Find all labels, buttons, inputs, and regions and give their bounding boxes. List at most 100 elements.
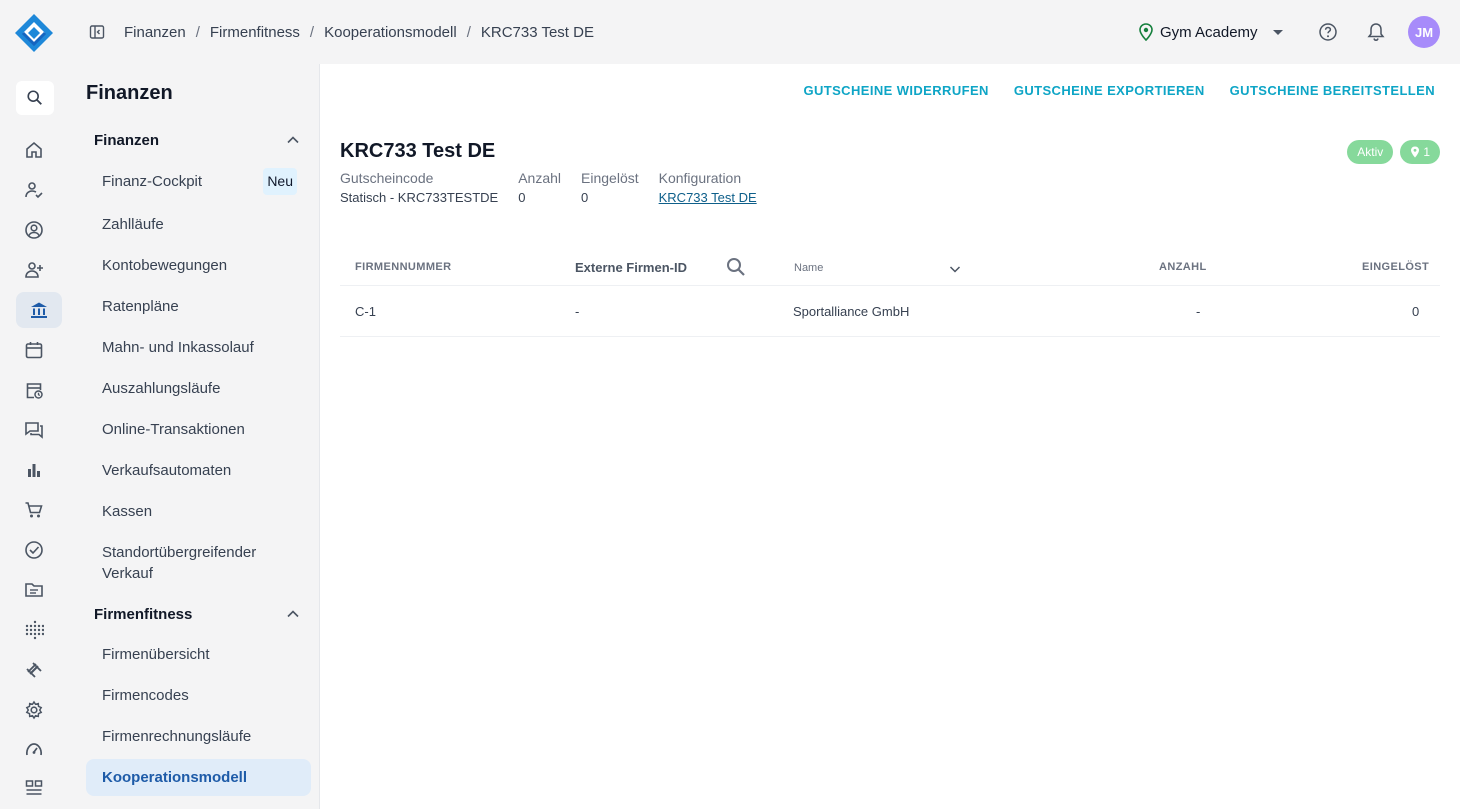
nav-firmenuebersicht[interactable]: Firmenübersicht: [102, 644, 311, 665]
col-externe-firmen-id: Externe Firmen-ID: [575, 260, 687, 275]
breadcrumb: Finanzen / Firmenfitness / Kooperationsm…: [124, 23, 594, 41]
group-firmenfitness-toggle[interactable]: Firmenfitness: [94, 602, 300, 626]
nav-mahn-inkassolauf[interactable]: Mahn- und Inkassolauf: [102, 337, 311, 358]
rail-chat[interactable]: [24, 420, 44, 440]
rail-search-button[interactable]: [16, 81, 54, 115]
rail-statistics[interactable]: [24, 460, 44, 480]
dashboard-gauge-icon: [26, 743, 42, 756]
status-badge: Aktiv: [1347, 140, 1394, 164]
breadcrumb-item[interactable]: Firmenfitness: [210, 24, 300, 41]
nav-standortuebergreifender-verkauf[interactable]: Standortübergreifender Verkauf: [102, 542, 282, 584]
cell-eingeloest: 0: [1412, 304, 1420, 319]
page-title: KRC733 Test DE: [340, 140, 496, 162]
action-bar: GUTSCHEINE WIDERRUFEN GUTSCHEINE EXPORTI…: [803, 83, 1435, 98]
group-finanzen-toggle[interactable]: Finanzen: [94, 128, 300, 152]
check-circle-icon: [25, 541, 43, 559]
nav-firmenrechnungslaeufe[interactable]: Firmenrechnungsläufe: [102, 726, 311, 747]
help-icon[interactable]: [1318, 22, 1338, 42]
nav-ratenplaene[interactable]: Ratenpläne: [102, 296, 311, 317]
studio-selector[interactable]: Gym Academy: [1138, 21, 1284, 43]
rail-member[interactable]: [24, 220, 44, 240]
search-icon[interactable]: [726, 257, 746, 277]
meta-voucher-code: Gutscheincode Statisch - KRC733TESTDE: [340, 170, 499, 205]
dumbbell-icon: [26, 662, 42, 678]
rail-tasks[interactable]: [24, 540, 44, 560]
calendar-icon: [25, 342, 43, 359]
bar-chart-icon: [28, 464, 40, 477]
col-eingeloest[interactable]: EINGELÖST: [1362, 261, 1429, 273]
rail-dashboard[interactable]: [24, 740, 44, 760]
logo-diamond-icon[interactable]: [14, 13, 54, 53]
nav-finanz-cockpit[interactable]: Finanz-Cockpit Neu: [102, 168, 311, 195]
rail-home[interactable]: [24, 140, 44, 160]
subnav-title: Finanzen: [86, 82, 173, 104]
meta-configuration: Konfiguration KRC733 Test DE: [659, 170, 757, 210]
rail-apps[interactable]: [24, 620, 44, 640]
cart-icon: [25, 502, 43, 518]
icon-rail: [0, 64, 70, 809]
location-pin-icon: [1411, 146, 1420, 158]
folder-icon: [25, 583, 43, 597]
cell-name: Sportalliance GmbH: [793, 304, 910, 319]
rail-documents[interactable]: [24, 580, 44, 600]
caret-down-icon: [1272, 30, 1283, 35]
provide-vouchers-button[interactable]: GUTSCHEINE BEREITSTELLEN: [1230, 83, 1435, 98]
breadcrumb-current: KRC733 Test DE: [480, 23, 594, 41]
cell-firmennummer: C-1: [355, 304, 376, 319]
col-firmennummer[interactable]: FIRMENNUMMER: [355, 261, 451, 273]
bell-icon[interactable]: [1367, 22, 1385, 42]
nav-online-transaktionen[interactable]: Online-Transaktionen: [102, 419, 311, 440]
add-member-icon: [25, 262, 43, 278]
table-header: FIRMENNUMMER Externe Firmen-ID Name ANZA…: [340, 251, 1440, 286]
studio-name: Gym Academy: [1160, 23, 1258, 41]
gear-icon: [25, 700, 43, 720]
col-name[interactable]: Name: [794, 262, 823, 274]
dots-grid-icon: [25, 620, 44, 640]
nav-kooperationsmodell-label: Kooperationsmodell: [102, 769, 248, 786]
nav-kassen[interactable]: Kassen: [102, 501, 311, 522]
chevron-down-icon[interactable]: [949, 263, 961, 275]
breadcrumb-item[interactable]: Kooperationsmodell: [324, 24, 457, 41]
chat-icon: [25, 422, 43, 439]
nav-zahllaeufe[interactable]: Zahlläufe: [102, 214, 311, 235]
rail-shop[interactable]: [24, 500, 44, 520]
rail-calendar-history[interactable]: [24, 380, 44, 400]
cell-externe-firmen-id: -: [575, 304, 580, 319]
group-label: Finanzen: [94, 131, 160, 149]
finance-subnav: Finanzen Finanzen Finanz-Cockpit Neu Zah…: [70, 64, 320, 809]
table-row[interactable]: C-1 - Sportalliance GmbH - 0: [340, 286, 1440, 337]
location-pin-icon: [1139, 23, 1153, 41]
export-vouchers-button[interactable]: GUTSCHEINE EXPORTIEREN: [1014, 83, 1205, 98]
rail-checkin[interactable]: [24, 180, 44, 200]
rail-widgets[interactable]: [24, 778, 44, 798]
rail-calendar[interactable]: [24, 340, 44, 360]
search-icon: [27, 90, 42, 105]
status-pills: Aktiv 1: [1347, 140, 1440, 164]
calendar-history-icon: [26, 383, 43, 399]
col-anzahl[interactable]: ANZAHL: [1159, 261, 1207, 273]
revoke-vouchers-button[interactable]: GUTSCHEINE WIDERRUFEN: [803, 83, 988, 98]
avatar[interactable]: JM: [1408, 16, 1440, 48]
location-count-badge[interactable]: 1: [1400, 140, 1440, 164]
configuration-link[interactable]: KRC733 Test DE: [659, 190, 757, 210]
rail-training[interactable]: [24, 660, 44, 680]
new-badge: Neu: [263, 168, 297, 195]
rail-settings[interactable]: [24, 700, 44, 720]
nav-kontobewegungen[interactable]: Kontobewegungen: [102, 255, 311, 276]
checkin-icon: [25, 182, 43, 199]
cell-anzahl: -: [1196, 304, 1201, 319]
widgets-icon: [25, 780, 43, 795]
nav-firmencodes[interactable]: Firmencodes: [102, 685, 311, 706]
group-label: Firmenfitness: [94, 605, 193, 623]
home-icon: [26, 141, 42, 158]
rail-add-member[interactable]: [24, 260, 44, 280]
breadcrumb-item[interactable]: Finanzen: [124, 24, 186, 41]
sidebar-toggle-icon[interactable]: [89, 24, 105, 40]
rail-finance-active[interactable]: [16, 292, 62, 328]
chevron-up-icon: [287, 136, 299, 144]
top-bar: Finanzen / Firmenfitness / Kooperationsm…: [0, 0, 1460, 64]
meta-redeemed: Eingelöst 0: [581, 170, 639, 205]
nav-verkaufsautomaten[interactable]: Verkaufsautomaten: [102, 460, 311, 481]
location-count: 1: [1423, 145, 1430, 159]
nav-auszahlungslaeufe[interactable]: Auszahlungsläufe: [102, 378, 311, 399]
